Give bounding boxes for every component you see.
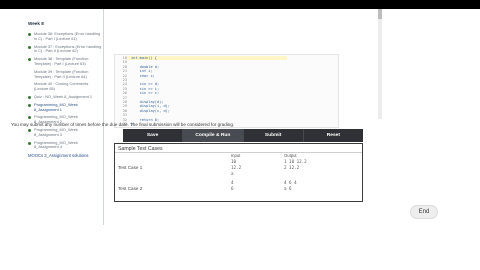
end-button[interactable]: End bbox=[410, 205, 438, 219]
sidebar-item-label: Module 37 : Exceptions (Error handling i… bbox=[34, 43, 102, 54]
code-line: 31 bbox=[117, 113, 131, 117]
test-case-label: Test Case 2 bbox=[118, 186, 143, 191]
course-sidebar: Week 8 Module 36: Exceptions (Error hand… bbox=[24, 9, 104, 225]
code-line: 19 bbox=[117, 60, 131, 64]
code-text: int main() { bbox=[131, 56, 157, 60]
sidebar-item-label: Quiz : NO_Week 8_Assignment 1 bbox=[34, 93, 93, 99]
code-line: 21 int i; bbox=[117, 69, 153, 73]
scrollbar-thumb[interactable] bbox=[378, 9, 382, 19]
line-number: 19 bbox=[122, 60, 127, 65]
sidebar-item[interactable]: Programming_MO_Week 8_Assignment 4 bbox=[28, 139, 103, 151]
code-line: 30 display(c, d); bbox=[117, 109, 170, 113]
code-editor[interactable]: 18 int main() {19 20 double d; 21 int i; 22 … bbox=[114, 54, 339, 128]
save-button[interactable]: Save bbox=[123, 129, 184, 142]
code-line: 26 cin >> c; bbox=[117, 91, 159, 95]
compile-run-button[interactable]: Compile & Run bbox=[183, 129, 244, 142]
sidebar-item-label: Programming_MO_Week 8_Assignment 3 bbox=[34, 126, 78, 137]
code-line: 32 return 0; bbox=[117, 118, 159, 122]
line-number: 28 bbox=[122, 100, 127, 104]
line-number: 27 bbox=[122, 95, 127, 100]
line-number: 22 bbox=[122, 73, 127, 78]
line-number: 23 bbox=[122, 78, 127, 82]
test-input-value: a bbox=[231, 171, 234, 176]
action-button-bar: Save Compile & Run Submit Reset bbox=[123, 129, 363, 142]
sidebar-item-label: Programming_MO_Week 8_Assignment 1 bbox=[34, 101, 78, 112]
line-number: 32 bbox=[122, 117, 127, 122]
test-input-value: 12.2 bbox=[231, 165, 242, 170]
test-input-value: 6 bbox=[231, 186, 234, 191]
test-output-value: a 6 bbox=[284, 186, 292, 191]
bullet-icon bbox=[28, 128, 31, 132]
bullet-icon bbox=[28, 45, 31, 49]
sidebar-footer-link[interactable]: MOOCs 3_Assignment solutions bbox=[28, 153, 103, 158]
sidebar-item[interactable]: Module 38 : Template (Function Template)… bbox=[28, 56, 103, 67]
submit-button[interactable]: Submit bbox=[244, 129, 304, 142]
code-line: 22 char c; bbox=[117, 74, 155, 78]
test-input-value: 10 bbox=[231, 159, 237, 164]
code-text: int i; bbox=[131, 69, 153, 74]
sidebar-list: Module 36: Exceptions (Error handling in… bbox=[24, 31, 103, 151]
test-case-label: Test Case 1 bbox=[118, 165, 143, 170]
week-title: Week 8 bbox=[28, 21, 44, 26]
sidebar-item-label: Module 38 : Template (Function Template)… bbox=[34, 56, 89, 66]
sidebar-item[interactable]: Programming_MO_Week 8_Assignment 3 bbox=[28, 126, 103, 138]
code-line: 28 display(d); bbox=[117, 100, 164, 104]
line-number: 30 bbox=[122, 108, 127, 113]
code-line: 24 cin >> d; bbox=[117, 82, 159, 86]
test-output-value: 1 10 12.2 bbox=[284, 159, 307, 164]
editor-scrollbar[interactable] bbox=[378, 9, 382, 119]
line-number: 21 bbox=[122, 69, 127, 74]
sidebar-item[interactable]: Module 36: Exceptions (Error handling in… bbox=[28, 31, 103, 42]
test-output-value: 4 6 4 bbox=[284, 180, 297, 185]
bullet-icon bbox=[28, 95, 31, 99]
reset-button[interactable]: Reset bbox=[304, 129, 363, 142]
code-line: 20 double d; bbox=[117, 65, 159, 69]
bullet-icon bbox=[28, 116, 31, 120]
sidebar-item-label: Module 36: Exceptions (Error handling in… bbox=[34, 31, 101, 41]
code-line: 27 bbox=[117, 96, 131, 100]
line-number: 25 bbox=[122, 86, 127, 91]
code-text: return 0; bbox=[131, 117, 160, 122]
sidebar-item-label: Module 40 : Closing Comments (Lecture 65… bbox=[34, 81, 89, 92]
sidebar-item[interactable]: Quiz : NO_Week 8_Assignment 1 bbox=[28, 93, 103, 100]
test-cases-table: Sample Test Cases Input Output Test Case… bbox=[114, 143, 363, 202]
bullet-icon bbox=[28, 103, 31, 107]
top-bar bbox=[0, 0, 480, 9]
sidebar-item[interactable]: Programming_MO_Week 8_Assignment 1 bbox=[28, 101, 103, 113]
sidebar-item-label: Module 39 : Template (Function Template)… bbox=[34, 68, 89, 79]
line-number: 26 bbox=[122, 91, 127, 96]
code-text: cin >> i; bbox=[131, 86, 160, 91]
submission-note: You may submit any number of times befor… bbox=[11, 122, 235, 127]
code-text: display(i, d); bbox=[131, 104, 170, 109]
sidebar-item[interactable]: Module 39 : Template (Function Template)… bbox=[28, 68, 103, 80]
bullet-icon bbox=[28, 141, 31, 145]
bullet-icon bbox=[28, 33, 31, 36]
code-line: 18 int main() { bbox=[117, 56, 157, 60]
test-input-value: 4 bbox=[231, 180, 234, 185]
code-text: display(c, d); bbox=[131, 108, 170, 113]
output-column-header: Output bbox=[284, 153, 297, 158]
bullet-icon bbox=[28, 58, 31, 62]
test-output-value: 2 12.2 bbox=[284, 165, 300, 170]
sidebar-item-label: Programming_MO_Week 8_Assignment 4 bbox=[34, 139, 78, 150]
line-number: 31 bbox=[122, 113, 127, 118]
input-column-header: Input bbox=[231, 153, 241, 158]
sidebar-item[interactable]: Module 37 : Exceptions (Error handling i… bbox=[28, 43, 103, 55]
code-line: 23 bbox=[117, 78, 131, 82]
line-number: 24 bbox=[122, 82, 127, 87]
code-text: display(d); bbox=[131, 100, 164, 104]
line-number: 20 bbox=[122, 64, 127, 69]
code-text: cin >> d; bbox=[131, 82, 160, 87]
code-text: char c; bbox=[131, 73, 155, 78]
code-text: cin >> c; bbox=[131, 91, 160, 96]
line-number: 18 bbox=[122, 56, 127, 60]
line-number: 29 bbox=[122, 104, 127, 109]
sidebar-item[interactable]: Module 40 : Closing Comments (Lecture 65… bbox=[28, 82, 103, 92]
code-text: double d; bbox=[131, 64, 160, 69]
code-line: 25 cin >> i; bbox=[117, 87, 159, 91]
code-line: 29 display(i, d); bbox=[117, 104, 170, 108]
